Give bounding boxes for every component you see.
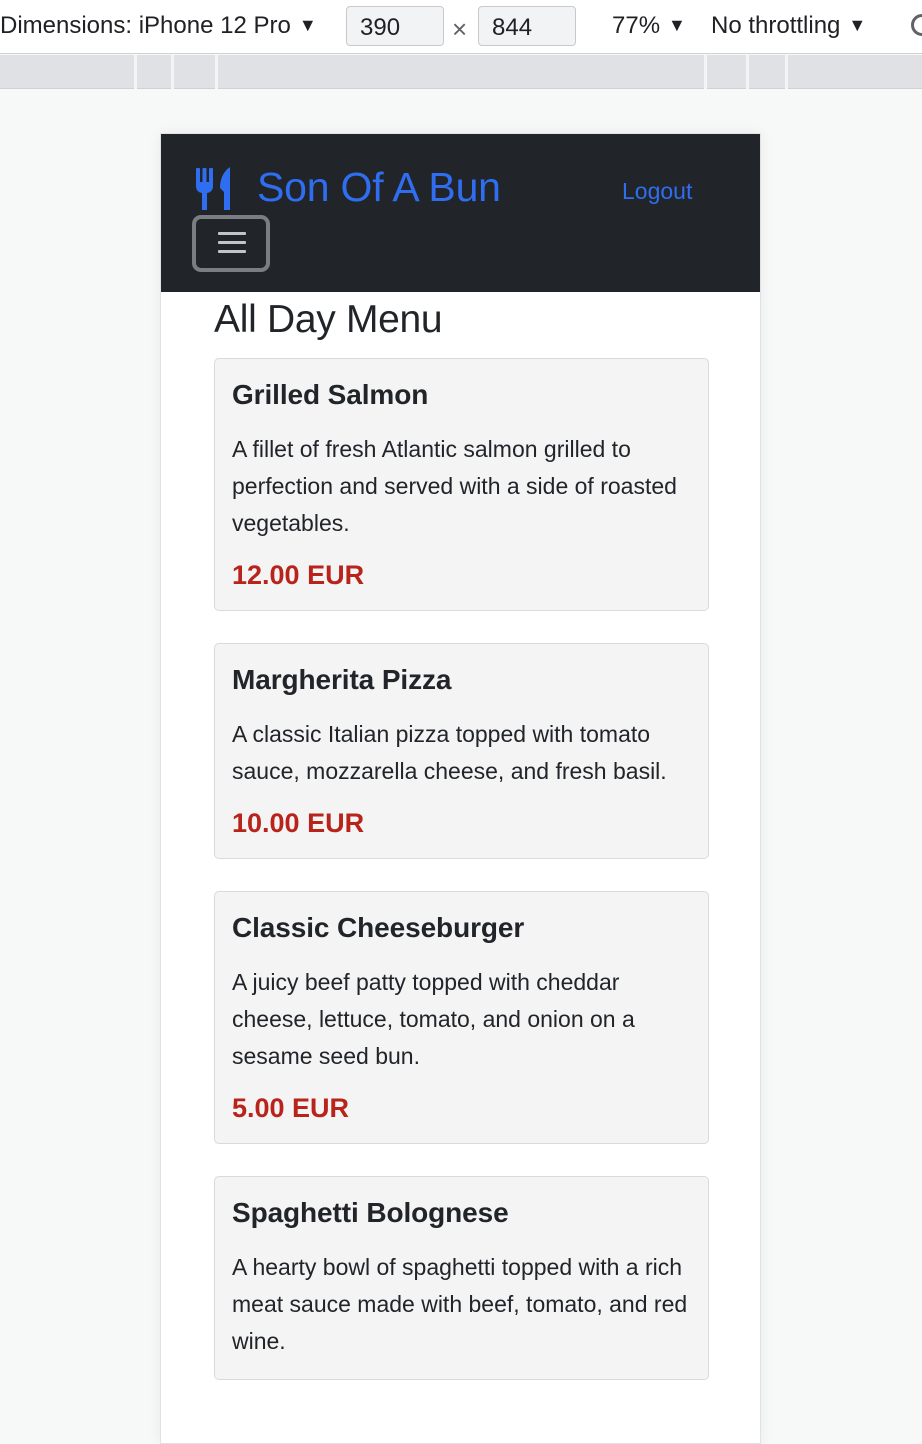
zoom-select[interactable]: 77% ▼ [612, 12, 686, 40]
menu-content: All Day Menu Grilled Salmon A fillet of … [214, 292, 709, 1380]
media-query-divider [785, 55, 788, 89]
media-query-divider [746, 55, 749, 89]
menu-item-name: Margherita Pizza [232, 664, 452, 695]
utensils-icon [196, 166, 230, 210]
menu-item-card: Spaghetti Bolognese A hearty bowl of spa… [214, 1176, 709, 1380]
menu-item-card: Classic Cheeseburger A juicy beef patty … [214, 891, 709, 1144]
page-title: All Day Menu [214, 298, 443, 341]
menu-item-price: 5.00 EUR [232, 1093, 350, 1123]
media-query-divider [704, 55, 707, 89]
chevron-down-icon: ▼ [848, 15, 867, 35]
logout-link[interactable]: Logout [622, 178, 692, 205]
hamburger-menu-icon [218, 241, 246, 244]
rotate-icon[interactable] [911, 14, 922, 36]
hamburger-menu-icon [218, 250, 246, 253]
device-viewport: Son Of A Bun Logout All Day Menu Grilled… [160, 133, 761, 1444]
media-query-bar[interactable] [0, 55, 922, 89]
menu-item-description: A hearty bowl of spaghetti topped with a… [232, 1254, 688, 1354]
times-icon: × [452, 14, 468, 44]
device-select[interactable]: Dimensions: iPhone 12 Pro ▼ [0, 12, 317, 40]
height-input[interactable]: 844 [478, 6, 576, 46]
media-query-divider [171, 55, 174, 89]
menu-item-name: Classic Cheeseburger [232, 912, 525, 943]
menu-item-description: A juicy beef patty topped with cheddar c… [232, 969, 635, 1069]
throttling-select[interactable]: No throttling ▼ [711, 12, 866, 40]
zoom-label: 77% [612, 12, 661, 39]
navbar: Son Of A Bun Logout [161, 134, 760, 292]
menu-item-name: Grilled Salmon [232, 379, 429, 410]
menu-item-card: Grilled Salmon A fillet of fresh Atlanti… [214, 358, 709, 611]
width-input[interactable]: 390 [346, 6, 444, 46]
device-select-label: Dimensions: iPhone 12 Pro [0, 12, 291, 39]
hamburger-menu-icon [218, 232, 246, 235]
media-query-divider [134, 55, 137, 89]
menu-item-name: Spaghetti Bolognese [232, 1197, 509, 1228]
menu-item-price: 10.00 EUR [232, 808, 365, 838]
chevron-down-icon: ▼ [298, 15, 317, 35]
menu-item-description: A fillet of fresh Atlantic salmon grille… [232, 436, 677, 536]
navbar-toggler-button[interactable] [192, 215, 270, 272]
devtools-device-toolbar: Dimensions: iPhone 12 Pro ▼ 390 × 844 77%… [0, 0, 922, 54]
chevron-down-icon: ▼ [668, 15, 686, 35]
menu-item-price: 12.00 EUR [232, 560, 365, 590]
brand-link[interactable]: Son Of A Bun [195, 164, 501, 211]
menu-item-card: Margherita Pizza A classic Italian pizza… [214, 643, 709, 859]
menu-item-description: A classic Italian pizza topped with toma… [232, 721, 667, 784]
throttling-label: No throttling [711, 12, 841, 39]
brand-name: Son Of A Bun [257, 164, 501, 210]
media-query-divider [215, 55, 218, 89]
